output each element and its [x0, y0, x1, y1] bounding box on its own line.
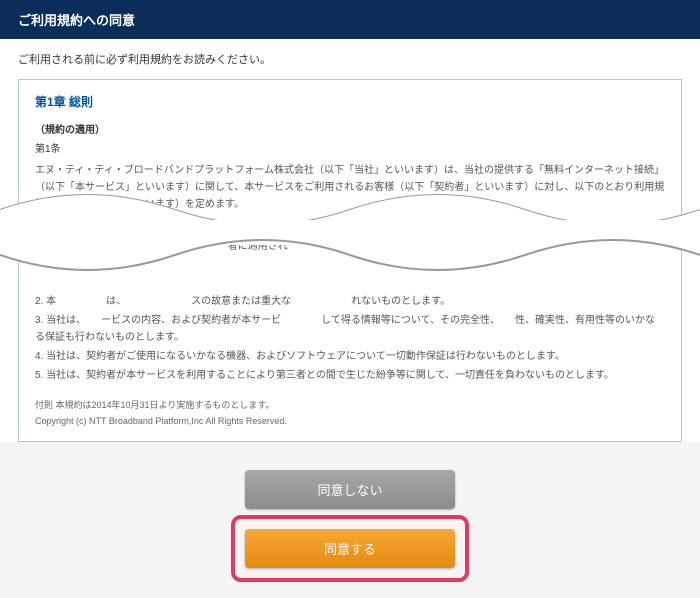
section1-heading: （規約の適用）: [35, 122, 665, 139]
section1-body: エヌ・ティ・ティ・ブロードバンドプラットフォーム株式会社（以下「当社」といいます…: [35, 162, 665, 213]
terms-footer: 付則 本規約は2014年10月31日より実施するものとします。: [35, 398, 665, 413]
intro-text: ご利用される前に必ず利用規約をお読みください。: [0, 39, 700, 79]
section2-partial: は、本サービス 者に適用され 込み）および: [35, 238, 665, 255]
article1-label: 第1条: [35, 141, 665, 158]
term-item-2: 2. 本 は、 スの故意または重大な れないものとします。: [35, 293, 665, 310]
copyright: Copyright (c) NTT Broadband Platform,Inc…: [35, 414, 665, 429]
section2-heading: （本規約の範囲及び変更）: [35, 219, 665, 236]
button-area: 同意しない 同意する: [0, 456, 700, 598]
agree-button[interactable]: 同意する: [245, 529, 455, 568]
chapter-heading: 第1章 総則: [35, 92, 665, 112]
term-item-5: 5. 当社は、契約者が本サービスを利用することにより第三者との間で生じた紛争等に…: [35, 367, 665, 384]
disagree-button[interactable]: 同意しない: [245, 470, 455, 509]
agree-highlight: 同意する: [231, 515, 469, 582]
term-item-4: 4. 当社は、契約者がご使用になるいかなる機器、およびソフトウェアについて一切動…: [35, 348, 665, 365]
page-title: ご利用規約への同意: [0, 0, 700, 39]
term-item-3: 3. 当社は、 ービスの内容、および契約者が本サービ して得る情報等について、そ…: [35, 312, 665, 346]
terms-container: 第1章 総則 （規約の適用） 第1条 エヌ・ティ・ティ・ブロードバンドプラットフ…: [18, 79, 682, 442]
